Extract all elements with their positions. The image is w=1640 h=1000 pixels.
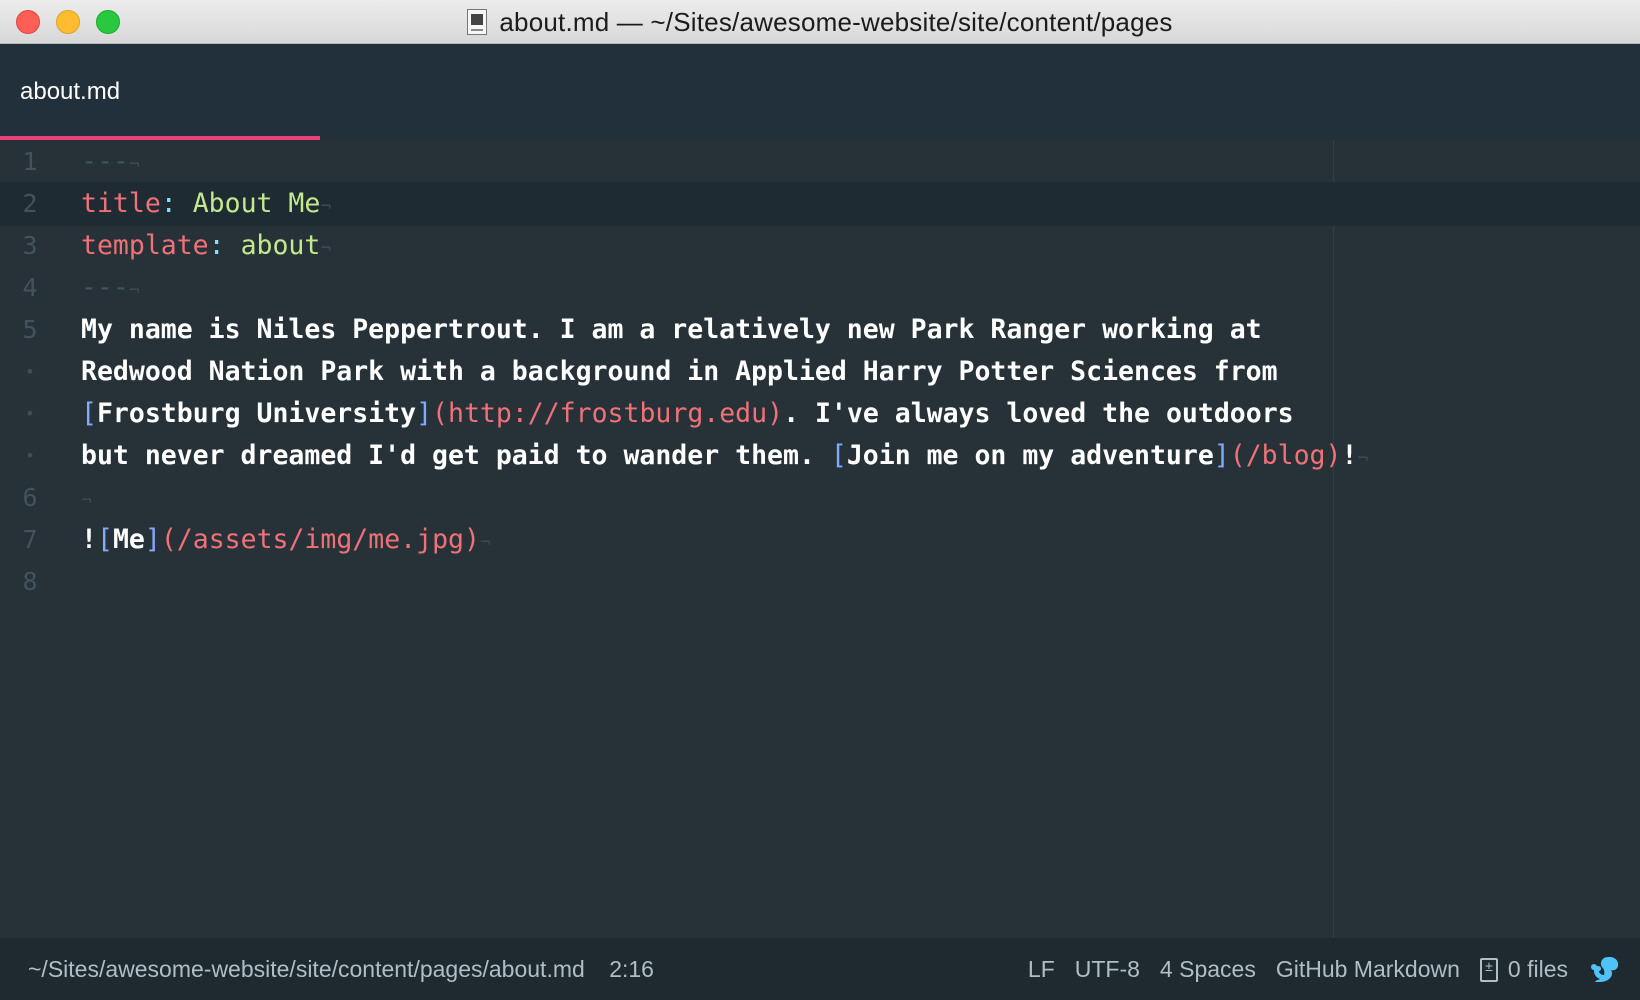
status-files-count: 0 files [1507,955,1568,982]
link-bracket-close: ] [416,398,433,429]
yaml-colon: : [208,230,225,261]
title-bar[interactable]: about.md — ~/Sites/awesome-website/site/… [0,0,1640,44]
status-line-ending[interactable]: LF [1028,956,1055,983]
eol-marker: ¬ [81,490,92,511]
editor-line[interactable]: 6 ¬ [0,476,1640,520]
line-number[interactable]: 8 [0,560,60,604]
status-right: LF UTF-8 4 Spaces GitHub Markdown 0 file… [1008,938,1620,1000]
yaml-value: About Me [176,188,321,219]
eol-marker: ¬ [128,154,140,175]
image-paren-close: ) [463,524,480,555]
line-content: ---¬ [81,140,140,184]
yaml-key: template [81,230,209,261]
image-bracket-open: [ [96,524,113,555]
link-url: /blog [1245,440,1326,471]
line-number[interactable]: 5 [0,308,60,352]
editor-line-wrapped[interactable]: • [Frostburg University](http://frostbur… [0,392,1640,436]
text-editor[interactable]: 1 ---¬ 2 title: About Me¬ 3 template: ab… [0,140,1640,938]
line-content: but never dreamed I'd get paid to wander… [81,434,1368,478]
squirrel-icon[interactable] [1590,955,1620,983]
line-content: template: about¬ [81,224,331,268]
link-bracket-close: ] [1213,440,1230,471]
link-paren-close: ) [1325,440,1342,471]
yaml-colon: : [160,188,177,219]
status-left: ~/Sites/awesome-website/site/content/pag… [28,938,672,1000]
status-indentation[interactable]: 4 Spaces [1160,956,1256,983]
window-title: about.md — ~/Sites/awesome-website/site/… [499,6,1173,37]
image-bracket-close: ] [144,524,161,555]
eol-marker: ¬ [320,238,332,259]
file-diff-icon [1479,958,1498,983]
line-content: Redwood Nation Park with a background in… [81,356,1278,387]
eol-marker: ¬ [479,532,491,553]
line-content: title: About Me¬ [81,182,331,226]
status-encoding[interactable]: UTF-8 [1075,956,1140,983]
link-url: http://frostburg.edu [448,398,768,429]
link-bracket-open: [ [81,398,97,429]
editor-line-active[interactable]: 2 title: About Me¬ [0,182,1640,226]
text-run: . I've always loved the outdoors [783,398,1294,429]
status-git-files[interactable]: 0 files [1479,955,1568,983]
editor-window: about.md — ~/Sites/awesome-website/site/… [0,0,1640,1000]
link-bracket-open: [ [830,440,847,471]
editor-line-wrapped[interactable]: • but never dreamed I'd get paid to wand… [0,434,1640,478]
status-grammar[interactable]: GitHub Markdown [1276,956,1460,983]
editor-line[interactable]: 4 ---¬ [0,266,1640,310]
image-alt-text: Me [112,524,145,555]
tab-bar: about.md [0,44,1640,140]
image-url: /assets/img/me.jpg [176,524,464,555]
frontmatter-delimiter: --- [81,272,129,303]
link-text: Frostburg University [96,398,417,429]
eol-marker: ¬ [1357,448,1369,469]
editor-line[interactable]: 3 template: about¬ [0,224,1640,268]
soft-wrap-indicator: • [25,362,35,381]
eol-marker: ¬ [320,196,332,217]
text-run: ! [1341,440,1358,471]
link-paren-close: ) [767,398,784,429]
yaml-value: about [224,230,321,261]
editor-line[interactable]: 5 My name is Niles Peppertrout. I am a r… [0,308,1640,352]
line-content: ¬ [81,476,92,520]
soft-wrap-indicator: • [25,404,35,423]
editor-line[interactable]: 8 [0,560,1640,604]
editor-line[interactable]: 1 ---¬ [0,140,1640,184]
line-number[interactable]: 2 [0,182,60,226]
editor-line[interactable]: 7 ![Me](/assets/img/me.jpg)¬ [0,518,1640,562]
line-content: ---¬ [81,266,140,310]
document-icon [467,9,488,35]
status-bar: ~/Sites/awesome-website/site/content/pag… [0,938,1640,1000]
tab-label: about.md [20,78,121,105]
line-number[interactable]: 4 [0,266,60,310]
image-bang: ! [81,524,97,555]
text-run: but never dreamed I'd get paid to wander… [81,440,831,471]
link-paren-open: ( [1229,440,1246,471]
line-content: My name is Niles Peppertrout. I am a rel… [81,314,1262,345]
status-cursor-position[interactable]: 2:16 [609,956,654,982]
link-text: Join me on my adventure [846,440,1214,471]
line-content: ![Me](/assets/img/me.jpg)¬ [81,518,491,562]
line-content: [Frostburg University](http://frostburg.… [81,392,1294,436]
frontmatter-delimiter: --- [81,146,129,177]
soft-wrap-indicator: • [25,446,35,465]
line-number[interactable]: 6 [0,476,60,520]
window-title-container: about.md — ~/Sites/awesome-website/site/… [0,0,1640,44]
eol-marker: ¬ [128,280,140,301]
line-number[interactable]: 1 [0,140,60,184]
yaml-key: title [81,188,161,219]
editor-line-wrapped[interactable]: • Redwood Nation Park with a background … [0,350,1640,394]
tab-about-md[interactable]: about.md [0,44,320,140]
image-paren-open: ( [160,524,177,555]
status-file-path[interactable]: ~/Sites/awesome-website/site/content/pag… [28,956,585,982]
line-number[interactable]: 7 [0,518,60,562]
link-paren-open: ( [432,398,448,429]
line-number[interactable]: 3 [0,224,60,268]
